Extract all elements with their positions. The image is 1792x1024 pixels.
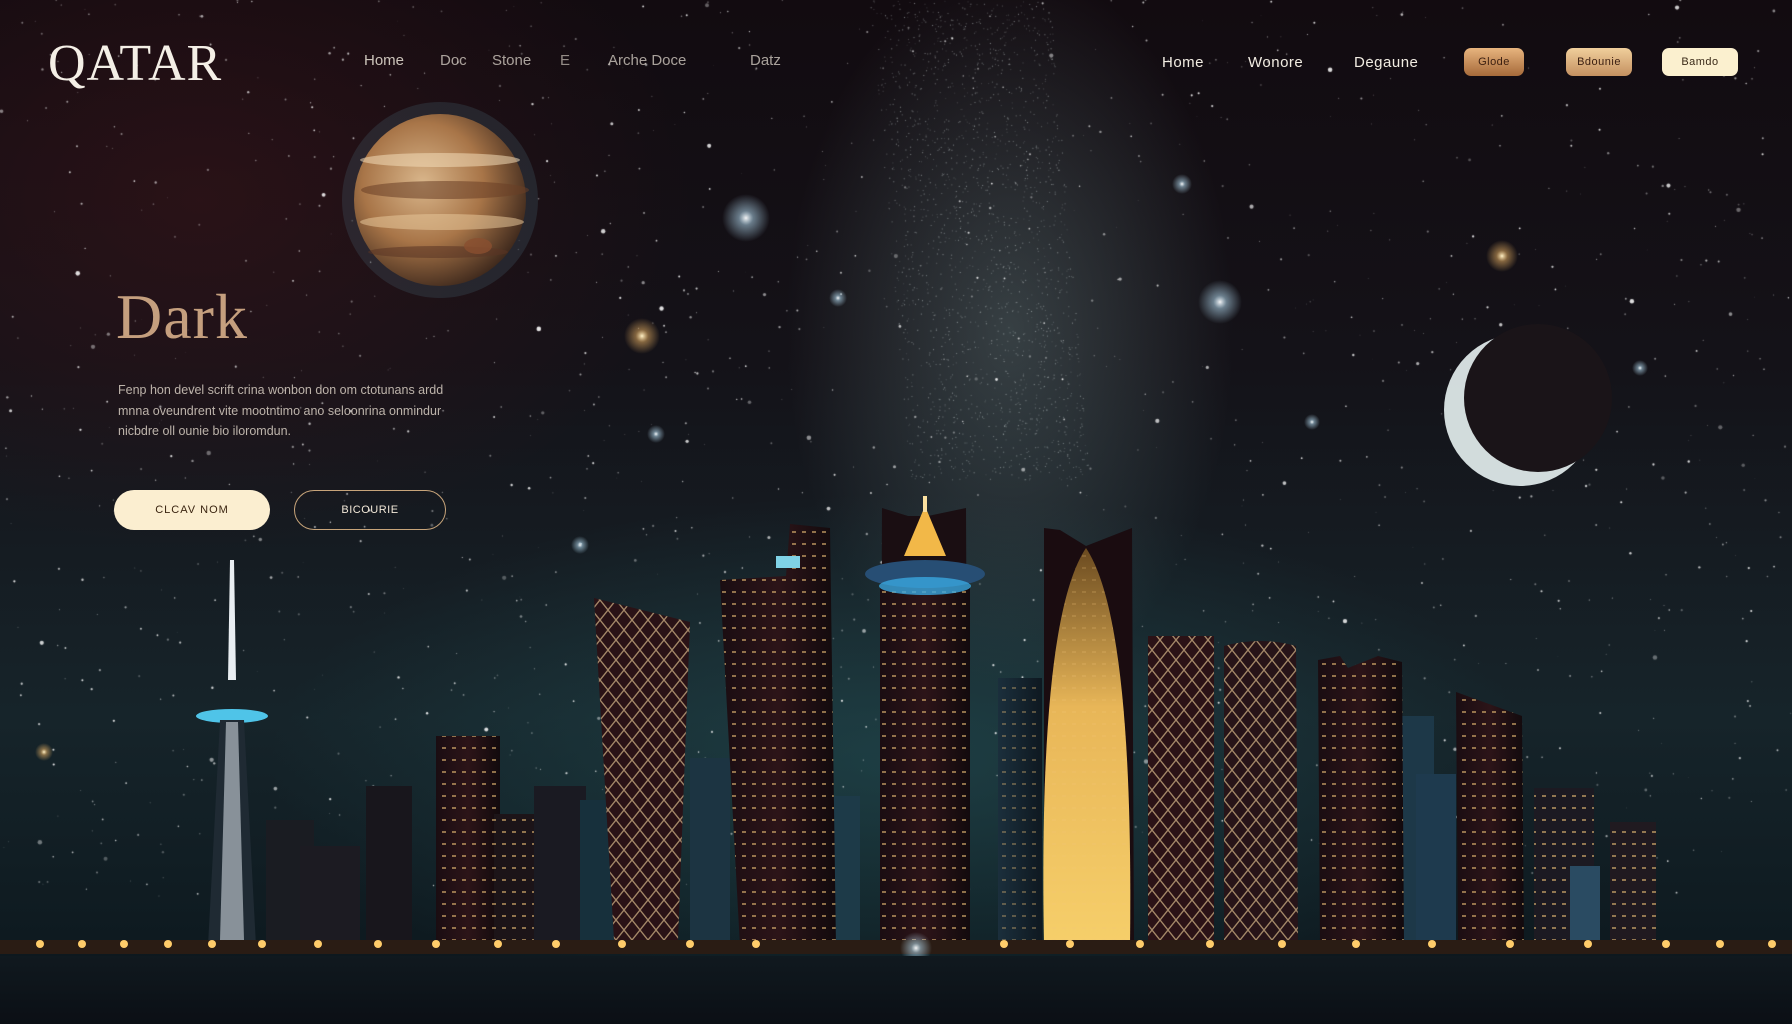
nav-right-home[interactable]: Home xyxy=(1162,54,1204,71)
nav-link-stone[interactable]: Stone xyxy=(492,52,552,69)
brand-logo[interactable]: QATAR xyxy=(48,34,222,93)
glode-button[interactable]: Glode xyxy=(1464,48,1524,76)
doha-skyline xyxy=(196,496,1656,946)
nav-link-datz[interactable]: Datz xyxy=(750,52,810,69)
nav-right-wonore[interactable]: Wonore xyxy=(1248,54,1303,71)
bdounie-button[interactable]: Bdounie xyxy=(1566,48,1632,76)
primary-cta-button[interactable]: CLCAV NOM xyxy=(114,490,270,530)
nav-link-arche-doce[interactable]: Arche Doce xyxy=(608,52,728,69)
hero-description: Fenp hon devel scrift crina wonbon don o… xyxy=(118,383,444,438)
nav-link-e[interactable]: E xyxy=(560,52,590,69)
nav-link-doc[interactable]: Doc xyxy=(440,52,480,69)
nav-link-home[interactable]: Home xyxy=(364,52,424,69)
bay-water xyxy=(0,956,1792,1024)
bamdo-button[interactable]: Bamdo xyxy=(1662,48,1738,76)
hero-title: Dark xyxy=(116,281,248,352)
secondary-cta-button[interactable]: BICOURIE xyxy=(294,490,446,530)
nav-right-degaune[interactable]: Degaune xyxy=(1354,54,1418,71)
jupiter-planet xyxy=(354,114,526,286)
